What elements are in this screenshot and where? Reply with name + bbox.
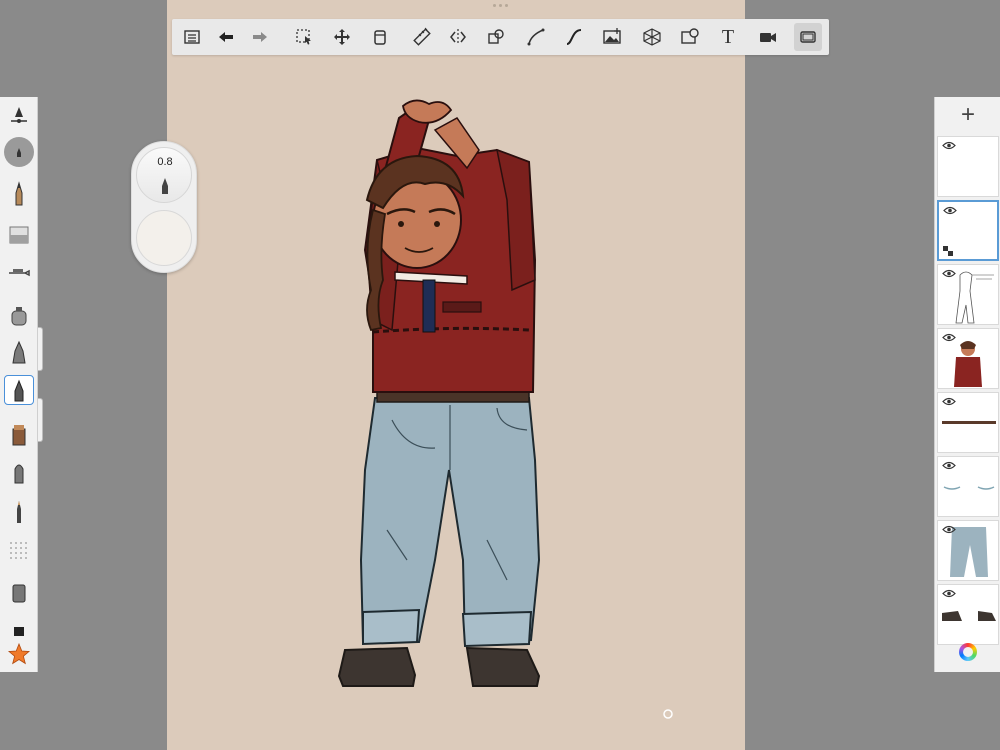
marker-icon[interactable] — [4, 457, 34, 487]
color-wheel-icon[interactable] — [959, 643, 977, 661]
text-icon[interactable]: T — [714, 23, 742, 51]
eye-icon[interactable] — [942, 397, 956, 406]
time-lapse-icon[interactable] — [754, 23, 782, 51]
canvas-rotate-handle[interactable] — [662, 708, 674, 720]
color-puck-icon[interactable] — [4, 137, 34, 167]
undo-icon[interactable] — [212, 23, 240, 51]
calligraphy-icon[interactable] — [4, 497, 34, 527]
perspective-icon[interactable] — [638, 23, 666, 51]
favorite-star-icon[interactable] — [4, 639, 34, 669]
redo-icon[interactable] — [246, 23, 274, 51]
toolbar-grip[interactable] — [493, 4, 509, 10]
eye-icon[interactable] — [942, 333, 956, 342]
layer-7-jeans[interactable] — [937, 520, 999, 581]
import-image-icon[interactable] — [598, 23, 626, 51]
bucket-brush-icon[interactable] — [4, 577, 34, 607]
eye-icon[interactable] — [942, 589, 956, 598]
drawing-canvas[interactable] — [167, 0, 745, 750]
paint-brush-icon[interactable] — [4, 301, 34, 331]
blend-mode-icon[interactable] — [943, 246, 953, 256]
airbrush-icon[interactable] — [4, 257, 34, 287]
fullscreen-icon[interactable] — [794, 23, 822, 51]
texture-dots-icon[interactable] — [4, 535, 34, 565]
brush-group-tab[interactable] — [38, 327, 43, 371]
layer-6-cuffs[interactable] — [937, 456, 999, 517]
brush-settings-icon[interactable] — [4, 101, 34, 131]
fill-bucket-icon[interactable] — [366, 23, 394, 51]
brush-group-tab[interactable] — [38, 398, 43, 442]
character-illustration — [337, 99, 541, 687]
layer-1[interactable] — [937, 136, 999, 197]
layer-3-sketch[interactable] — [937, 264, 999, 325]
ink-pen-icon[interactable] — [4, 337, 34, 367]
curve-icon[interactable] — [522, 23, 550, 51]
stroke-icon[interactable] — [482, 23, 510, 51]
transform-icon[interactable] — [328, 23, 356, 51]
brush-library — [0, 97, 38, 672]
steady-stroke-icon[interactable] — [560, 23, 588, 51]
layer-5-belt[interactable] — [937, 392, 999, 453]
add-layer-button[interactable]: + — [935, 97, 1000, 133]
pencil-icon[interactable] — [4, 179, 34, 209]
layer-4-color[interactable] — [937, 328, 999, 389]
eye-icon[interactable] — [942, 525, 956, 534]
top-toolbar: T — [172, 19, 829, 55]
chisel-brush-icon[interactable] — [4, 419, 34, 449]
eye-icon[interactable] — [942, 141, 956, 150]
eye-icon[interactable] — [942, 269, 956, 278]
ruler-icon[interactable] — [408, 23, 436, 51]
eye-icon[interactable] — [942, 461, 956, 470]
brush-puck[interactable]: 0.8 — [131, 141, 197, 273]
fine-pen-icon — [162, 178, 168, 194]
selection-icon[interactable] — [290, 23, 318, 51]
symmetry-icon[interactable] — [444, 23, 472, 51]
layer-8-boots[interactable] — [937, 584, 999, 645]
size-puck[interactable]: 0.8 — [136, 147, 192, 203]
color-puck[interactable] — [136, 210, 192, 266]
predictive-stroke-icon[interactable] — [676, 23, 704, 51]
layer-editor: + — [934, 97, 1000, 672]
eraser-icon[interactable] — [4, 219, 34, 249]
eye-icon[interactable] — [943, 206, 957, 215]
fine-pen-icon[interactable] — [4, 375, 34, 405]
layers-list-icon[interactable] — [178, 23, 206, 51]
layer-2[interactable] — [937, 200, 999, 261]
brush-size-value: 0.8 — [157, 156, 173, 168]
